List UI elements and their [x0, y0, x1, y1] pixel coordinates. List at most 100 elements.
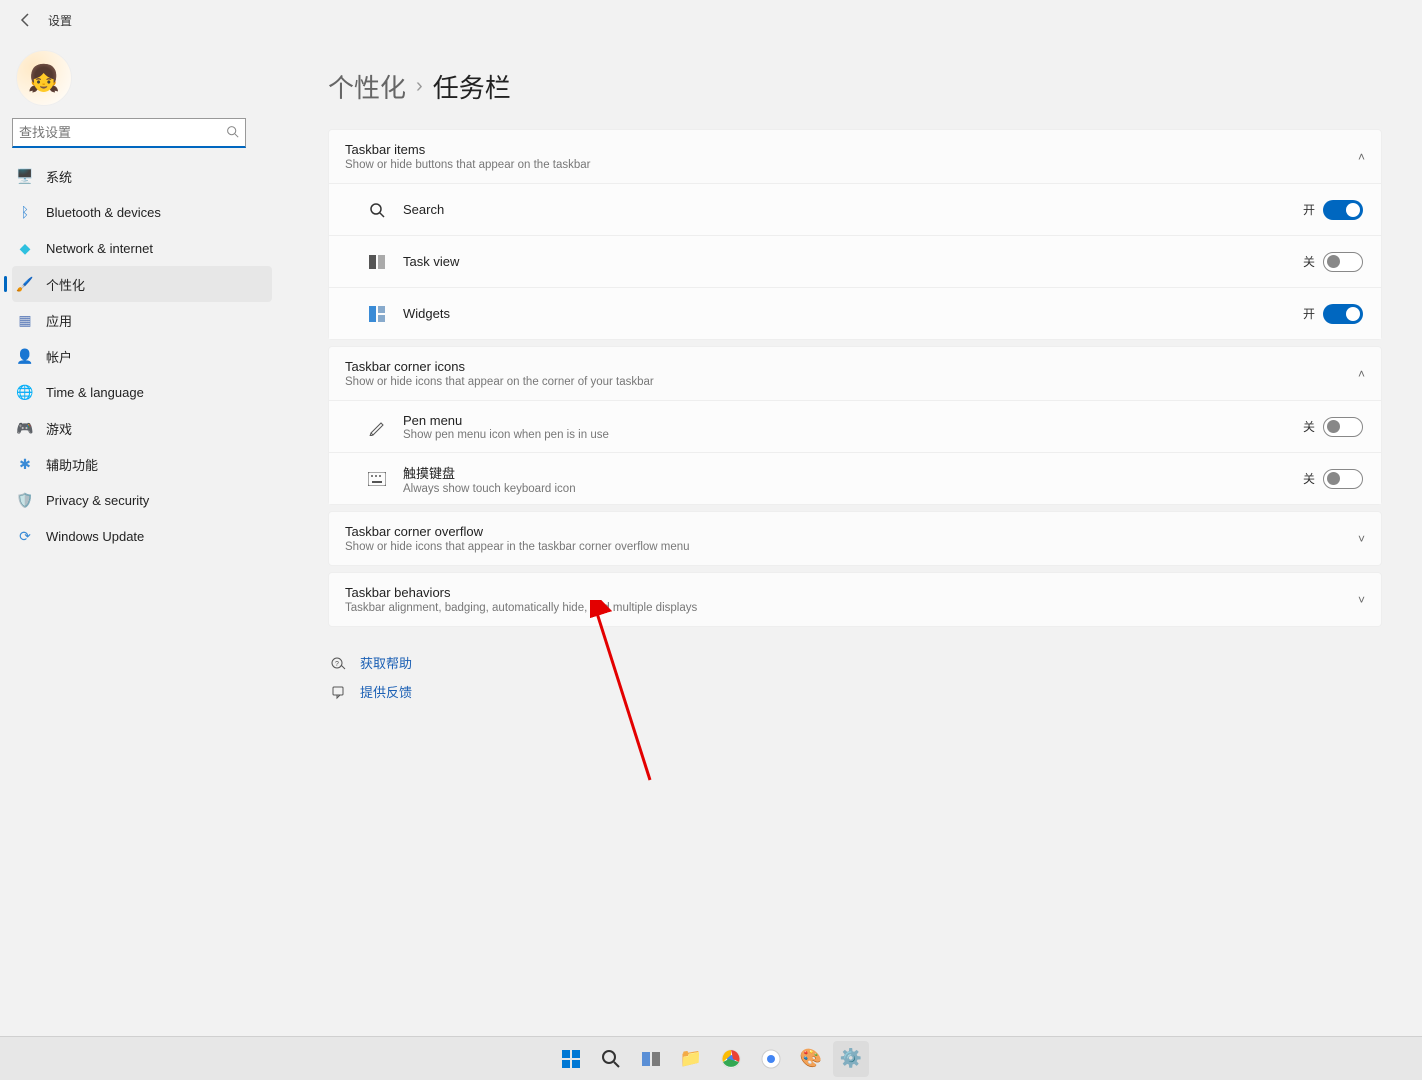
user-avatar[interactable]: 👧: [16, 50, 72, 106]
section-header-items[interactable]: Taskbar itemsShow or hide buttons that a…: [329, 130, 1381, 183]
toggle-state-label: 关: [1303, 253, 1315, 270]
section-corner: Taskbar corner icons Show or hide icons t…: [328, 346, 1382, 505]
time-icon: 🌐: [16, 383, 34, 401]
row-sublabel: Show pen menu icon when pen is in use: [403, 429, 1303, 441]
window-title: 设置: [48, 12, 72, 29]
sidebar-item-privacy[interactable]: 🛡️ Privacy & security: [12, 482, 272, 518]
breadcrumb-current: 任务栏: [433, 68, 511, 105]
chevron-up-icon: ˄: [1358, 150, 1365, 164]
row-sublabel: Always show touch keyboard icon: [403, 483, 1303, 495]
sidebar-item-label: Bluetooth & devices: [46, 205, 161, 220]
section-title: Taskbar behaviors: [345, 585, 1358, 600]
accounts-icon: 👤: [16, 347, 34, 365]
get-help-label: 获取帮助: [360, 653, 412, 672]
sidebar-item-label: Time & language: [46, 385, 144, 400]
toggle-state-label: 开: [1303, 201, 1315, 218]
sidebar-item-update[interactable]: ⟳ Windows Update: [12, 518, 272, 554]
get-help-link[interactable]: ? 获取帮助: [328, 653, 1382, 672]
window-header: 设置: [0, 0, 1422, 40]
privacy-icon: 🛡️: [16, 491, 34, 509]
sidebar-item-time[interactable]: 🌐 Time & language: [12, 374, 272, 410]
sidebar-item-label: 辅助功能: [46, 455, 98, 474]
search-box[interactable]: [12, 118, 246, 148]
sidebar-item-network[interactable]: ◆ Network & internet: [12, 230, 272, 266]
sidebar-item-bluetooth[interactable]: ᛒ Bluetooth & devices: [12, 194, 272, 230]
row-label: Widgets: [403, 306, 1303, 321]
section-header-behaviors[interactable]: Taskbar behaviorsTaskbar alignment, badg…: [329, 573, 1381, 626]
toggle-touchkb[interactable]: [1323, 469, 1363, 489]
taskbar-paint[interactable]: 🎨: [793, 1041, 829, 1077]
sidebar-item-label: 个性化: [46, 275, 85, 294]
sidebar-item-label: Privacy & security: [46, 493, 149, 508]
section-behaviors: Taskbar behaviorsTaskbar alignment, badg…: [328, 572, 1382, 627]
network-icon: ◆: [16, 239, 34, 257]
toggle-taskview[interactable]: [1323, 252, 1363, 272]
feedback-label: 提供反馈: [360, 682, 412, 701]
feedback-link[interactable]: 提供反馈: [328, 682, 1382, 701]
help-icon: ?: [328, 655, 350, 671]
feedback-icon: [328, 684, 350, 700]
taskbar-explorer[interactable]: 📁: [673, 1041, 709, 1077]
chevron-down-icon: ˅: [1358, 593, 1365, 607]
breadcrumb-sep: ›: [416, 75, 423, 98]
section-desc: Show or hide icons that appear in the ta…: [345, 541, 1358, 553]
section-title: Taskbar corner icons: [345, 359, 1358, 374]
row-label: Search: [403, 202, 1303, 217]
row-widgets: Widgets开: [329, 287, 1381, 339]
update-icon: ⟳: [16, 527, 34, 545]
breadcrumb-parent[interactable]: 个性化: [328, 68, 406, 105]
section-title: Taskbar corner overflow: [345, 524, 1358, 539]
row-search: Search开: [329, 183, 1381, 235]
search-icon: [367, 202, 387, 218]
taskbar-search[interactable]: [593, 1041, 629, 1077]
toggle-pen[interactable]: [1323, 417, 1363, 437]
sidebar-item-label: 系统: [46, 167, 72, 186]
toggle-search[interactable]: [1323, 200, 1363, 220]
taskview-icon: [367, 255, 387, 269]
apps-icon: ▦: [16, 311, 34, 329]
section-overflow: Taskbar corner overflow Show or hide icon…: [328, 511, 1382, 566]
sidebar-item-label: 游戏: [46, 419, 72, 438]
taskbar-chrome2[interactable]: [753, 1041, 789, 1077]
pen-icon: [367, 418, 387, 436]
taskbar-chrome1[interactable]: [713, 1041, 749, 1077]
nav-list: 🖥️系统 ᛒ Bluetooth & devices ◆ Network & inter…: [12, 158, 272, 554]
row-touchkb: 触摸键盘Always show touch keyboard icon关: [329, 452, 1381, 504]
sidebar-item-personalization[interactable]: 🖌️ 个性化: [12, 266, 272, 302]
section-header-overflow[interactable]: Taskbar corner overflow Show or hide icon…: [329, 512, 1381, 565]
chevron-up-icon: ˄: [1358, 367, 1365, 381]
sidebar-item-accounts[interactable]: 👤帐户: [12, 338, 272, 374]
sidebar-item-apps[interactable]: ▦应用: [12, 302, 272, 338]
widgets-icon: [367, 306, 387, 322]
row-label: Pen menu: [403, 413, 1303, 428]
section-desc: Show or hide buttons that appear on the …: [345, 159, 1358, 171]
taskbar-start[interactable]: [553, 1041, 589, 1077]
section-desc: Show or hide icons that appear on the co…: [345, 376, 1358, 388]
main-content: 个性化 › 任务栏 Taskbar itemsShow or hide butt…: [300, 40, 1422, 1080]
accessibility-icon: ✱: [16, 455, 34, 473]
chevron-down-icon: ˅: [1358, 532, 1365, 546]
sidebar-item-gaming[interactable]: 🎮 游戏: [12, 410, 272, 446]
personalization-icon: 🖌️: [16, 275, 34, 293]
sidebar-item-system[interactable]: 🖥️系统: [12, 158, 272, 194]
row-label: 触摸键盘: [403, 463, 1303, 482]
search-icon: [226, 125, 239, 141]
bluetooth-icon: ᛒ: [16, 203, 34, 221]
back-button[interactable]: [14, 8, 38, 32]
section-header-corner[interactable]: Taskbar corner icons Show or hide icons t…: [329, 347, 1381, 400]
toggle-widgets[interactable]: [1323, 304, 1363, 324]
sidebar-item-accessibility[interactable]: ✱ 辅助功能: [12, 446, 272, 482]
taskbar-taskview[interactable]: [633, 1041, 669, 1077]
system-taskbar: 📁 🎨 ⚙️: [0, 1036, 1422, 1080]
sidebar-item-label: Network & internet: [46, 241, 153, 256]
sidebar-item-label: Windows Update: [46, 529, 144, 544]
taskbar-settings[interactable]: ⚙️: [833, 1041, 869, 1077]
row-pen: Pen menuShow pen menu icon when pen is i…: [329, 400, 1381, 452]
sidebar: 👧 🖥️系统 ᛒ Bluetooth & devices ◆ Network & int…: [0, 40, 300, 1080]
toggle-state-label: 关: [1303, 418, 1315, 435]
search-input[interactable]: [19, 125, 226, 140]
row-taskview: Task view关: [329, 235, 1381, 287]
gaming-icon: 🎮: [16, 419, 34, 437]
toggle-state-label: 开: [1303, 305, 1315, 322]
toggle-state-label: 关: [1303, 470, 1315, 487]
